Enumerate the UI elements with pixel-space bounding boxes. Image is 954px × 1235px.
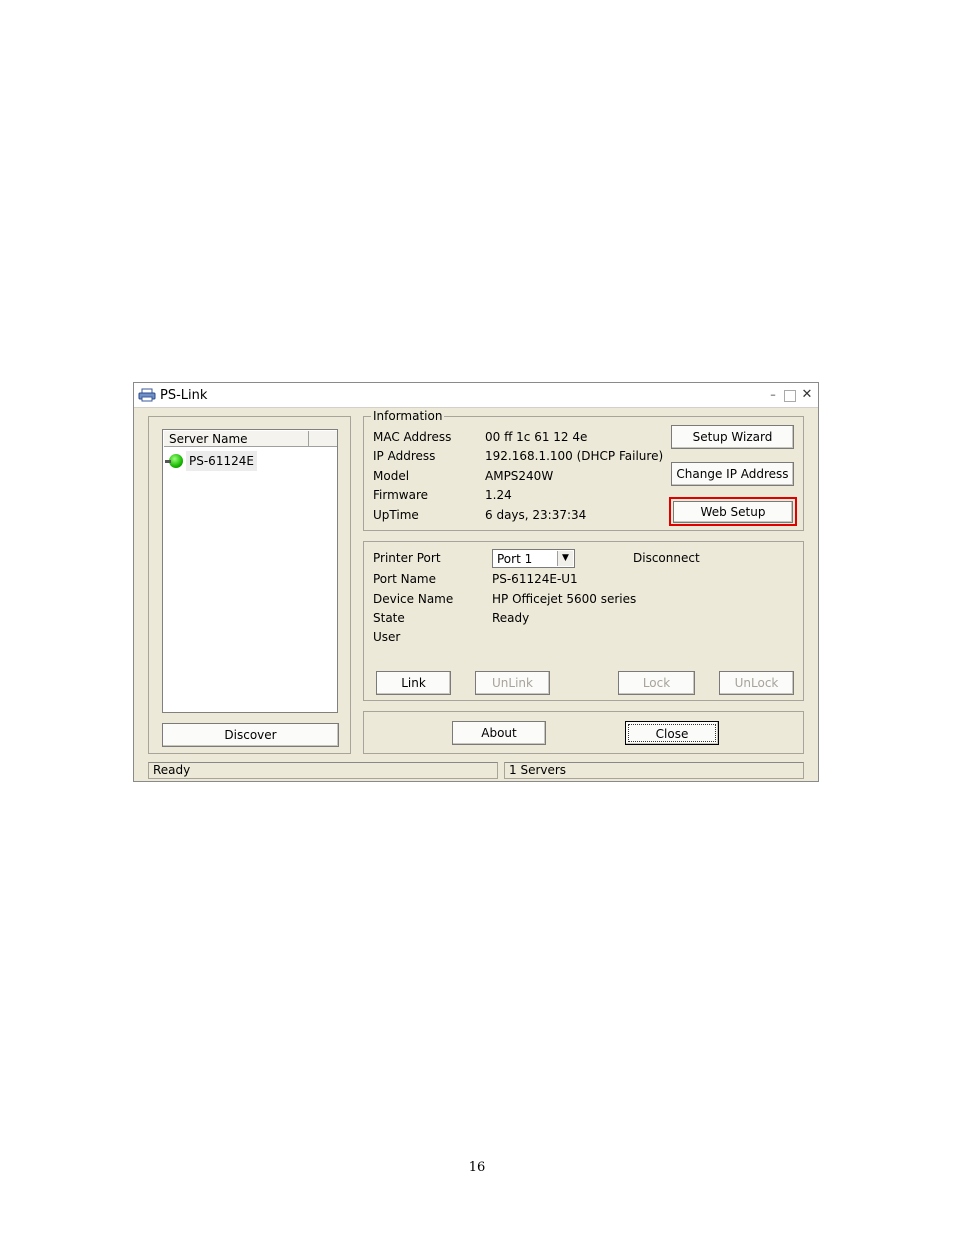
server-listbox[interactable]: Server Name PS-61124E (162, 429, 338, 713)
chevron-down-icon[interactable]: ▼ (557, 551, 573, 566)
state-label: State (373, 611, 405, 625)
status-text: Ready (148, 762, 498, 779)
disconnect-label: Disconnect (633, 551, 700, 565)
firmware-value: 1.24 (485, 488, 512, 502)
minimize-icon[interactable]: – (766, 388, 780, 402)
setup-wizard-button[interactable]: Setup Wizard (671, 425, 794, 449)
printer-port-select[interactable]: Port 1 ▼ (492, 549, 575, 568)
discover-button[interactable]: Discover (162, 723, 339, 747)
uptime-value: 6 days, 23:37:34 (485, 508, 587, 522)
printer-icon (138, 388, 156, 402)
firmware-label: Firmware (373, 488, 428, 502)
device-name-value: HP Officejet 5600 series (492, 592, 637, 606)
server-list-panel: Server Name PS-61124E Discover (148, 416, 351, 754)
printer-port-label: Printer Port (373, 551, 441, 565)
model-label: Model (373, 469, 410, 483)
information-legend: Information (371, 409, 445, 423)
column-header-extra[interactable] (309, 431, 337, 447)
mac-address-value: 00 ff 1c 61 12 4e (485, 430, 588, 444)
lock-button[interactable]: Lock (618, 671, 695, 695)
close-button-label: Close (628, 724, 716, 742)
green-server-icon (165, 454, 183, 468)
close-icon[interactable]: ✕ (800, 388, 814, 402)
about-button[interactable]: About (452, 721, 546, 745)
page-number: 16 (468, 1160, 486, 1175)
user-label: User (373, 630, 401, 644)
server-name-label: PS-61124E (186, 451, 257, 471)
server-count: 1 Servers (504, 762, 804, 779)
change-ip-address-button[interactable]: Change IP Address (671, 462, 794, 486)
port-name-value: PS-61124E-U1 (492, 572, 578, 586)
information-group: Information MAC Address 00 ff 1c 61 12 4… (363, 409, 804, 531)
port-name-label: Port Name (373, 572, 437, 586)
uptime-label: UpTime (373, 508, 419, 522)
window-title: PS-Link (160, 388, 208, 403)
device-name-label: Device Name (373, 592, 454, 606)
model-value: AMPS240W (485, 469, 554, 483)
link-button[interactable]: Link (376, 671, 451, 695)
close-button[interactable]: Close (625, 721, 719, 745)
unlock-button[interactable]: UnLock (719, 671, 794, 695)
port-select-value: Port 1 (497, 552, 533, 566)
ip-address-label: IP Address (373, 449, 436, 463)
printer-port-group: Printer Port Port 1 ▼ Disconnect Port Na… (363, 541, 804, 701)
state-value: Ready (492, 611, 530, 625)
column-header-server-name[interactable]: Server Name (164, 431, 309, 447)
ps-link-window: PS-Link – ✕ Server Name PS-61124E Discov… (133, 382, 819, 782)
mac-address-label: MAC Address (373, 430, 452, 444)
status-bar: Ready 1 Servers (134, 760, 818, 782)
unlink-button[interactable]: UnLink (475, 671, 550, 695)
web-setup-button[interactable]: Web Setup (673, 501, 793, 523)
footer-button-group: About Close (363, 711, 804, 754)
maximize-icon[interactable] (784, 390, 796, 402)
ip-address-value: 192.168.1.100 (DHCP Failure) (485, 449, 664, 463)
title-bar[interactable]: PS-Link – ✕ (134, 383, 818, 408)
